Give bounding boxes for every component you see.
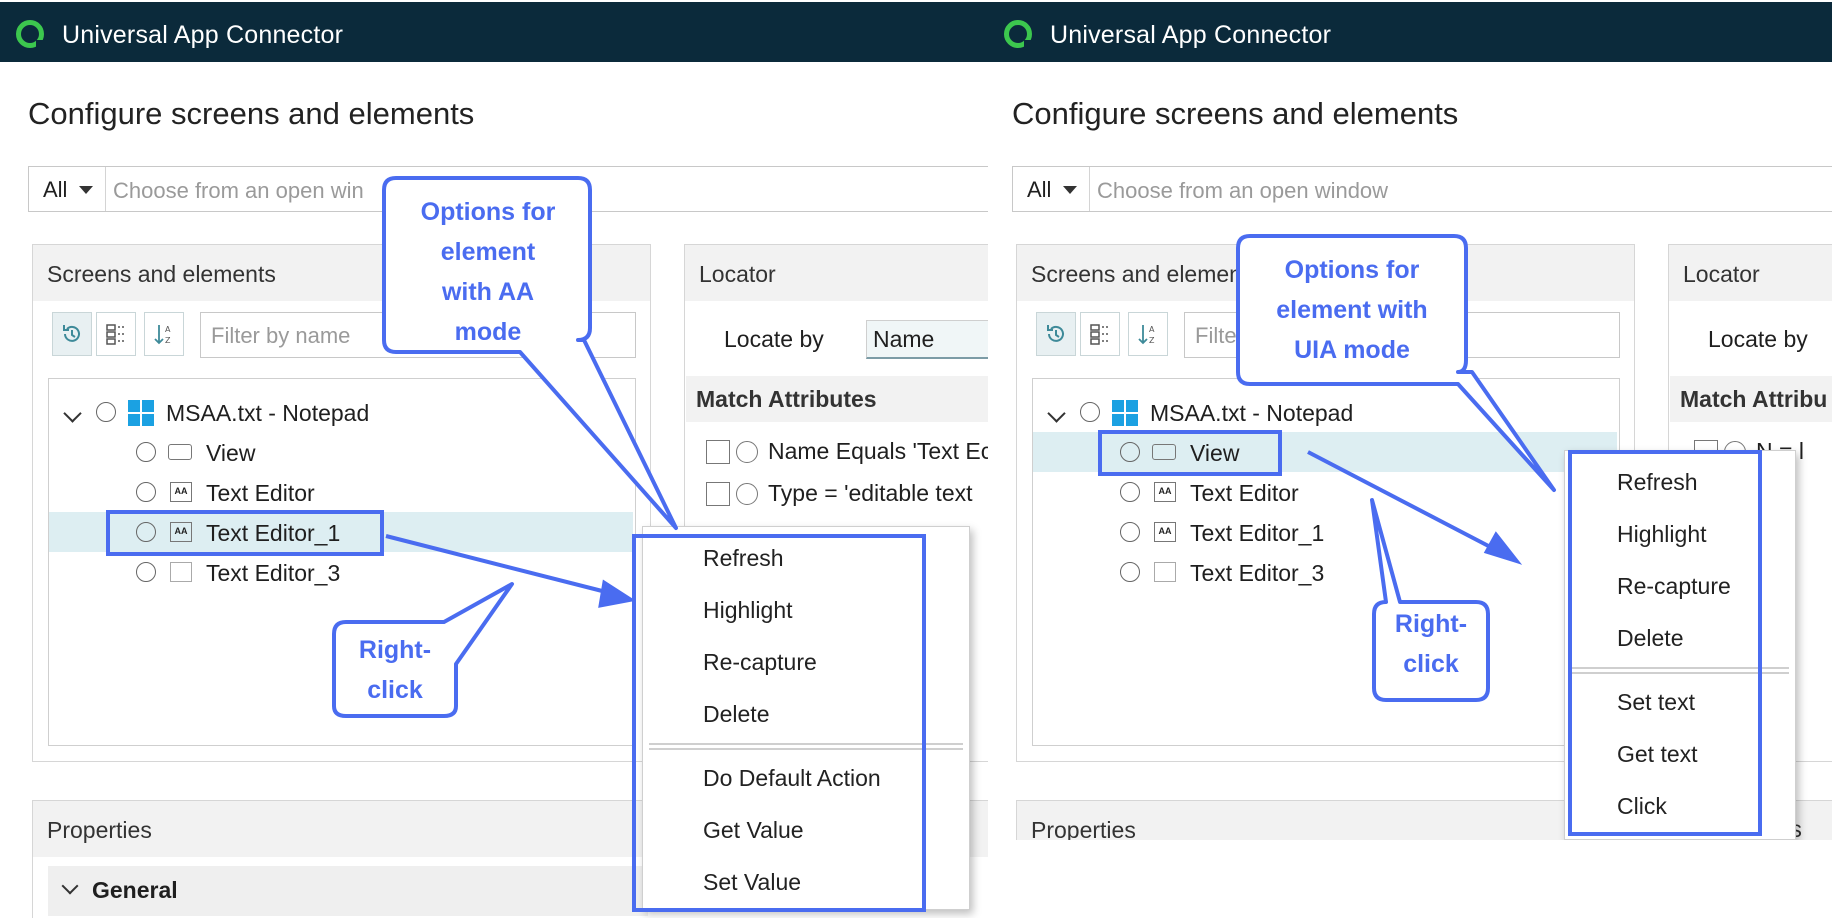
arrow-line: [1307, 450, 1501, 554]
right-click-text-left: Right- click: [358, 636, 432, 704]
left-screenshot: Universal App Connector Configure screen…: [0, 0, 988, 918]
annotation-overlay: [1236, 234, 1556, 702]
right-screenshot: Universal App Connector Configure screen…: [988, 0, 1832, 918]
right-click-text-right: Right- click: [1394, 610, 1468, 678]
callout-text-right: Options for element with UIA mode: [1276, 256, 1428, 364]
callout-text-left: Options for element with AA mode: [420, 198, 556, 346]
arrow-head-icon: [598, 579, 636, 608]
annotation-overlay: [332, 176, 678, 718]
arrow-head-icon: [1483, 531, 1523, 565]
arrow-line: [385, 534, 615, 596]
blank-area: [988, 840, 1832, 918]
